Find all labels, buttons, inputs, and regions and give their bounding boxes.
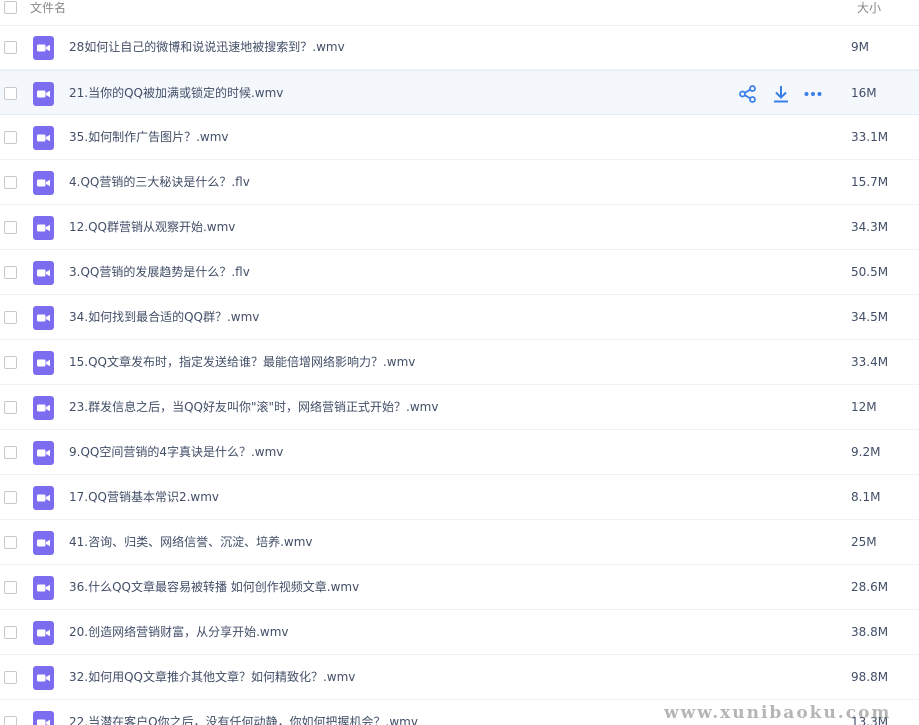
file-row[interactable]: 17.QQ营销基本常识2.wmv 8.1M [0,475,919,520]
file-name-link[interactable]: 35.如何制作广告图片？.wmv [69,129,229,145]
row-checkbox[interactable] [4,176,17,189]
file-row[interactable]: 20.创造网络营销财富，从分享开始.wmv 38.8M [0,610,919,655]
file-size: 34.3M [851,220,889,234]
file-size: 9M [851,40,869,54]
file-name-link[interactable]: 36.什么QQ文章最容易被转播 如何创作视频文章.wmv [69,579,359,595]
file-name-link[interactable]: 41.咨询、归类、网络信誉、沉淀、培养.wmv [69,534,313,550]
row-checkbox[interactable] [4,446,17,459]
file-name-link[interactable]: 32.如何用QQ文章推介其他文章？如何精致化？.wmv [69,669,355,685]
file-size: 12M [851,400,877,414]
select-all-checkbox[interactable] [4,1,17,14]
file-size: 15.7M [851,175,889,189]
file-size: 98.8M [851,670,889,684]
column-header-name[interactable]: 文件名 [30,0,66,16]
file-list-page: 文件名 大小 28如何让自己的微博和说说迅速地被搜索到？.wmv 9M 21.当你的… [0,0,919,725]
file-row[interactable]: 28如何让自己的微博和说说迅速地被搜索到？.wmv 9M [0,25,919,70]
video-file-icon [33,36,54,60]
row-checkbox[interactable] [4,266,17,279]
video-file-icon [33,351,54,375]
video-file-icon [33,171,54,195]
file-name-link[interactable]: 20.创造网络营销财富，从分享开始.wmv [69,624,289,640]
row-checkbox[interactable] [4,491,17,504]
file-size: 9.2M [851,445,881,459]
row-checkbox[interactable] [4,401,17,414]
file-row[interactable]: 4.QQ营销的三大秘诀是什么？.flv 15.7M [0,160,919,205]
watermark: www.xunibaoku.com [664,703,892,723]
file-name-link[interactable]: 15.QQ文章发布时，指定发送给谁？最能倍增网络影响力？.wmv [69,354,415,370]
file-size: 38.8M [851,625,889,639]
file-row[interactable]: 36.什么QQ文章最容易被转播 如何创作视频文章.wmv 28.6M [0,565,919,610]
video-file-icon [33,126,54,150]
video-file-icon [33,486,54,510]
file-row[interactable]: 35.如何制作广告图片？.wmv 33.1M [0,115,919,160]
video-file-icon [33,306,54,330]
row-checkbox[interactable] [4,356,17,369]
file-row[interactable]: 12.QQ群营销从观察开始.wmv 34.3M [0,205,919,250]
video-file-icon [33,261,54,285]
file-size: 25M [851,535,877,549]
file-name-link[interactable]: 17.QQ营销基本常识2.wmv [69,489,219,505]
video-file-icon [33,396,54,420]
file-size: 16M [851,86,877,100]
file-name-link[interactable]: 4.QQ营销的三大秘诀是什么？.flv [69,174,250,190]
file-row[interactable]: 15.QQ文章发布时，指定发送给谁？最能倍增网络影响力？.wmv 33.4M [0,340,919,385]
row-checkbox[interactable] [4,131,17,144]
row-checkbox[interactable] [4,581,17,594]
row-checkbox[interactable] [4,87,17,100]
file-row[interactable]: 32.如何用QQ文章推介其他文章？如何精致化？.wmv 98.8M [0,655,919,700]
file-row[interactable]: 21.当你的QQ被加满或锁定的时候.wmv 16M [0,70,919,115]
column-header-size[interactable]: 大小 [857,0,881,16]
share-icon[interactable] [738,84,758,104]
file-name-link[interactable]: 34.如何找到最合适的QQ群？.wmv [69,309,259,325]
file-size: 50.5M [851,265,889,279]
file-size: 33.4M [851,355,889,369]
video-file-icon [33,216,54,240]
row-checkbox[interactable] [4,536,17,549]
file-name-link[interactable]: 23.群发信息之后，当QQ好友叫你"滚"时，网络营销正式开始？.wmv [69,399,438,415]
download-icon[interactable] [771,84,791,104]
file-row[interactable]: 34.如何找到最合适的QQ群？.wmv 34.5M [0,295,919,340]
video-file-icon [33,441,54,465]
file-row[interactable]: 41.咨询、归类、网络信誉、沉淀、培养.wmv 25M [0,520,919,565]
file-size: 33.1M [851,130,889,144]
file-size: 28.6M [851,580,889,594]
file-name-link[interactable]: 9.QQ空间营销的4字真诀是什么？.wmv [69,444,283,460]
file-name-link[interactable]: 3.QQ营销的发展趋势是什么？.flv [69,264,250,280]
video-file-icon [33,621,54,645]
video-file-icon [33,666,54,690]
file-row[interactable]: 23.群发信息之后，当QQ好友叫你"滚"时，网络营销正式开始？.wmv 12M [0,385,919,430]
row-checkbox[interactable] [4,221,17,234]
row-checkbox[interactable] [4,716,17,725]
row-checkbox[interactable] [4,626,17,639]
file-name-link[interactable]: 12.QQ群营销从观察开始.wmv [69,219,235,235]
video-file-icon [33,576,54,600]
video-file-icon [33,711,54,725]
file-size: 8.1M [851,490,881,504]
row-checkbox[interactable] [4,671,17,684]
row-checkbox[interactable] [4,311,17,324]
video-file-icon [33,531,54,555]
file-name-link[interactable]: 28如何让自己的微博和说说迅速地被搜索到？.wmv [69,39,345,55]
row-checkbox[interactable] [4,41,17,54]
file-rows: 28如何让自己的微博和说说迅速地被搜索到？.wmv 9M 21.当你的QQ被加满或锁… [0,25,919,725]
file-name-link[interactable]: 22.当潜在客户Q你之后，没有任何动静，你如何把握机会？.wmv [69,714,418,725]
file-name-link[interactable]: 21.当你的QQ被加满或锁定的时候.wmv [69,85,283,101]
file-row[interactable]: 3.QQ营销的发展趋势是什么？.flv 50.5M [0,250,919,295]
video-file-icon [33,82,54,106]
list-header: 文件名 大小 [0,0,919,26]
file-row[interactable]: 9.QQ空间营销的4字真诀是什么？.wmv 9.2M [0,430,919,475]
more-icon[interactable] [803,84,823,104]
file-size: 34.5M [851,310,889,324]
